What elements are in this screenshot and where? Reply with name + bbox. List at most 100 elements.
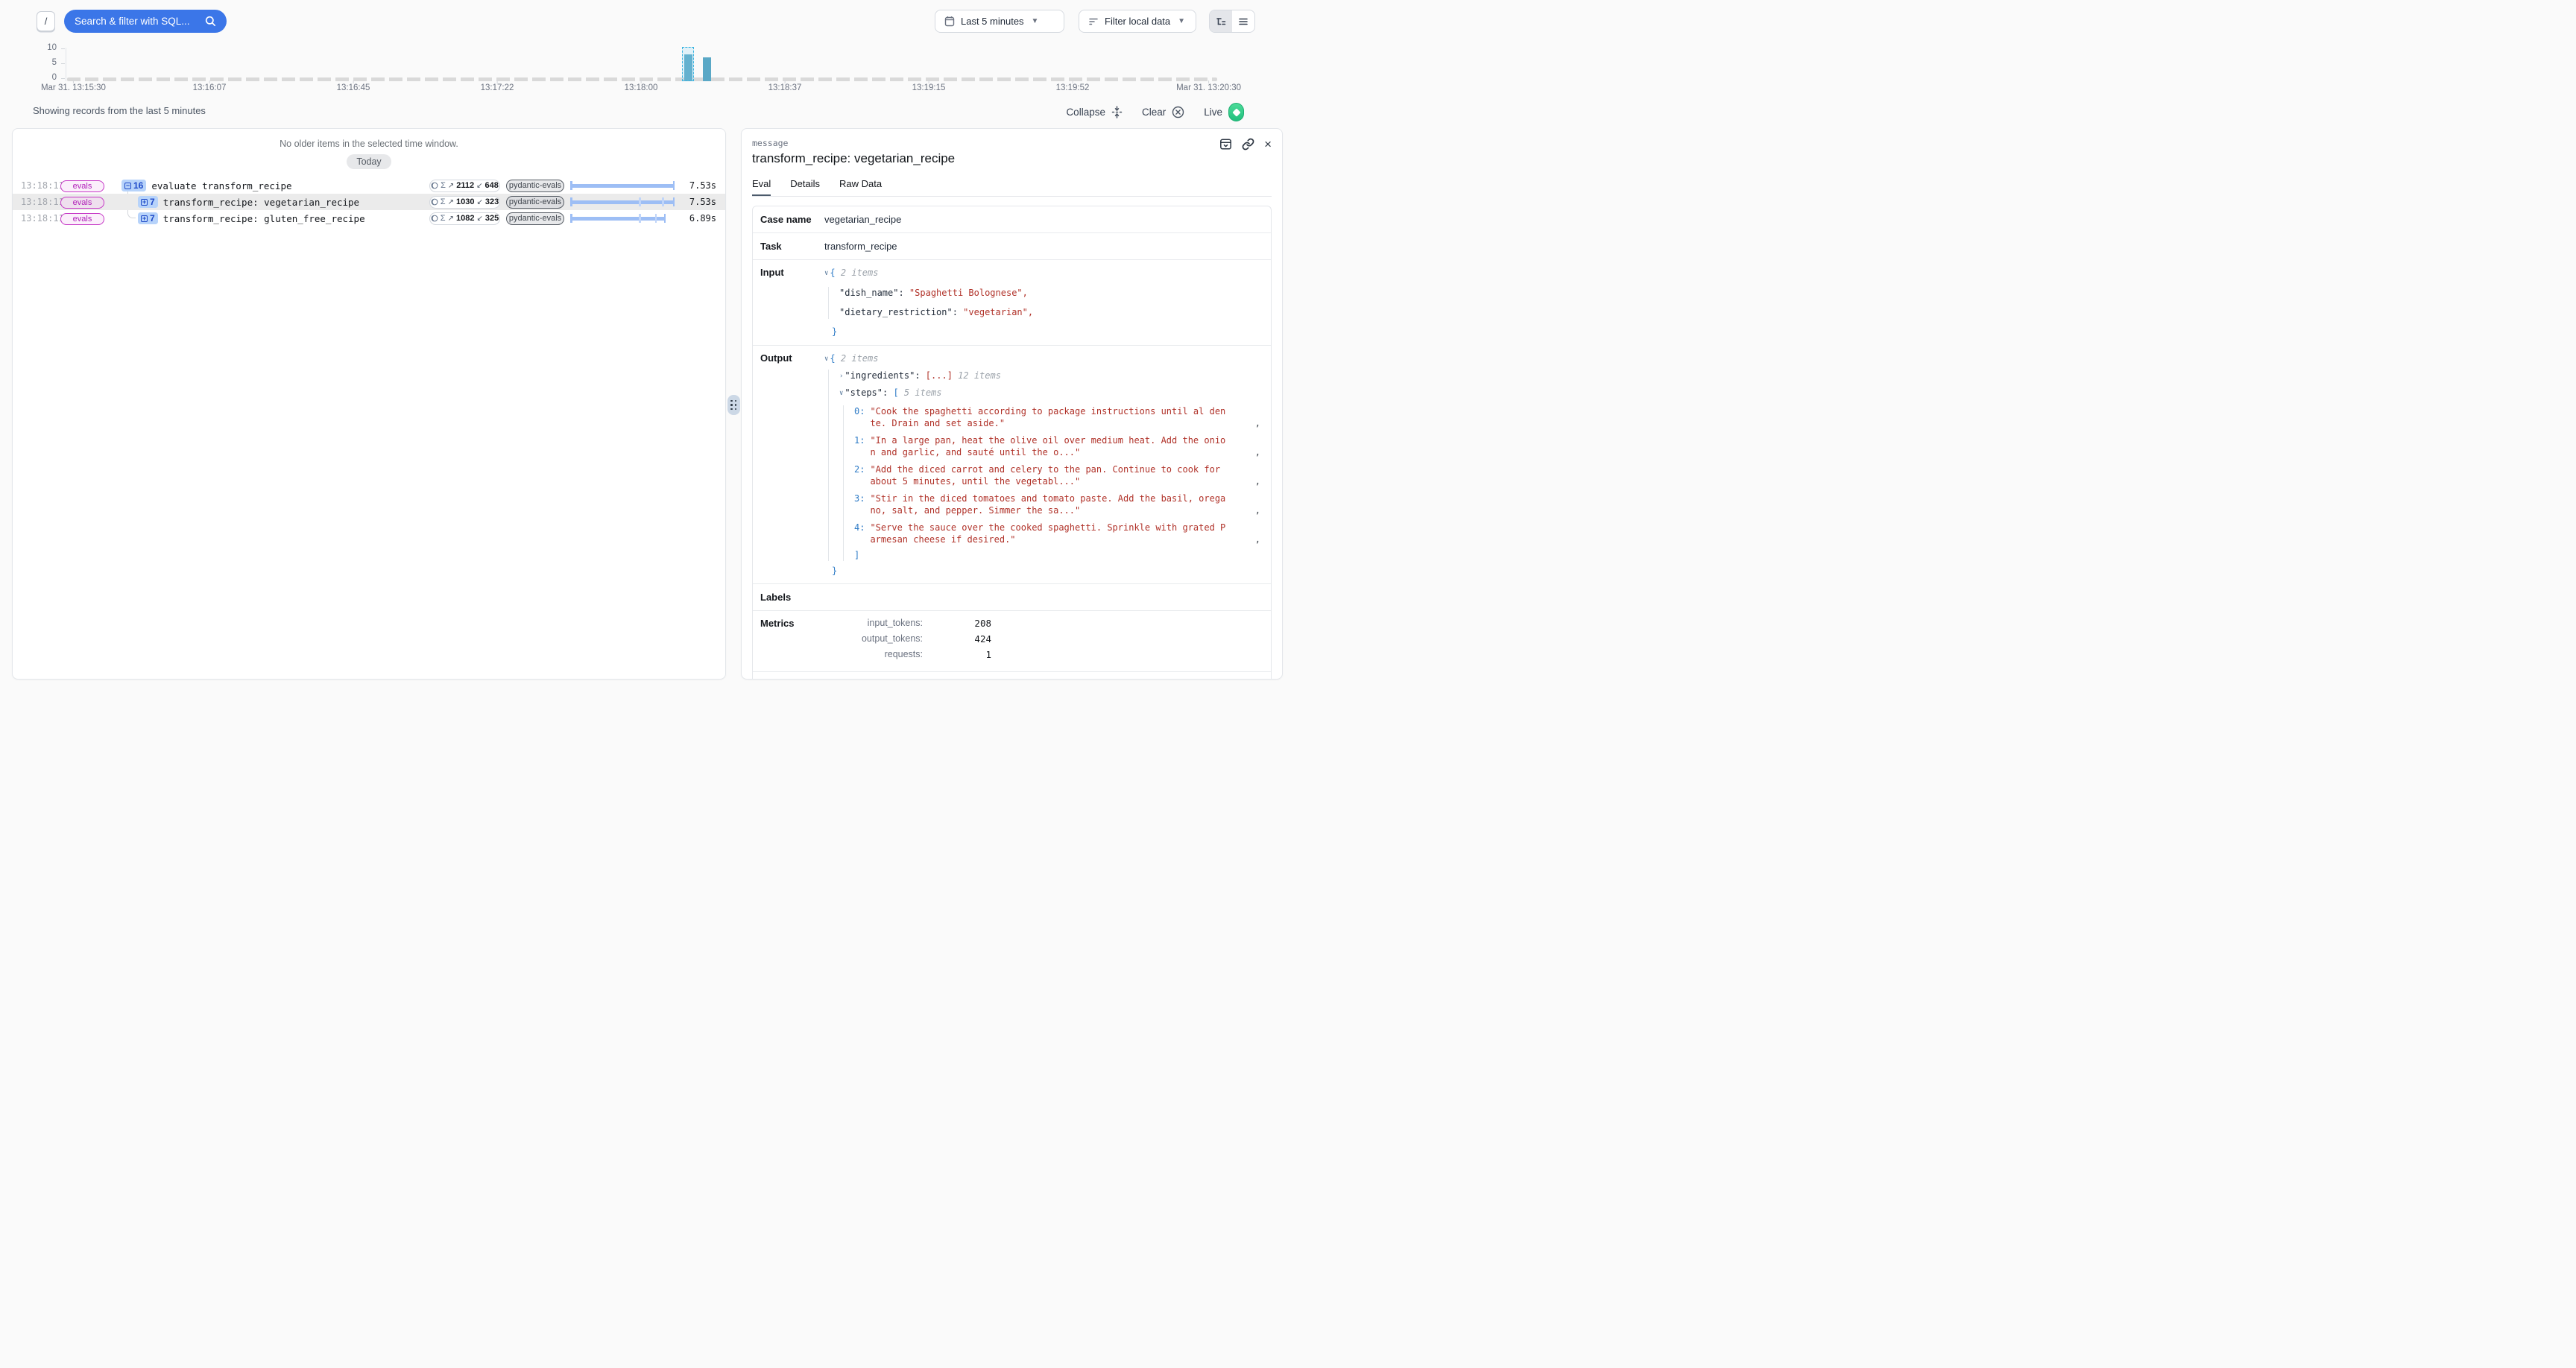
span-count: 16 [133,180,143,191]
detail-tabs: Eval Details Raw Data [752,178,1272,197]
json-key: "steps": [845,387,893,398]
output-tokens-arrow-icon: ↙ [476,198,482,206]
env-badge: evals [60,197,104,209]
span-name: transform_recipe: vegetarian_recipe [163,197,359,208]
x-axis-labels: Mar 31. 13:15:30 13:16:07 13:16:45 13:17… [0,83,1288,95]
trace-row[interactable]: 13:18:11 evals + 7 transform_recipe: glu… [13,210,725,227]
live-toggle[interactable]: Live [1204,103,1244,121]
empty-window-notice: No older items in the selected time wind… [13,139,725,149]
token-usage-pill: Σ ↗1030 ↙323 [429,196,500,209]
panel-resize-handle[interactable] [727,395,740,415]
slash-shortcut-key: / [37,11,55,31]
selected-bucket-brush [682,47,694,81]
span-count-pill[interactable]: + 7 [138,212,158,224]
sigma-icon: Σ [441,181,446,190]
list-view-button[interactable] [1232,10,1254,32]
token-usage-pill: Σ ↗1082 ↙325 [429,212,500,225]
search-input[interactable]: Search & filter with SQL... [64,10,227,33]
filter-local-data-dropdown[interactable]: Filter local data ▼ [1079,10,1196,33]
date-separator-chip: Today [347,154,391,169]
array-index: 2: [854,463,865,475]
showing-records-text: Showing records from the last 5 minutes [33,105,206,116]
json-array-item: 0:"Cook the spaghetti according to packa… [854,405,1263,429]
x-axis-tick: 13:16:45 [337,83,370,92]
items-count-meta: 12 items [958,370,1001,381]
copy-link-icon[interactable] [1242,138,1254,151]
trailing-comma: , [1255,417,1263,429]
tab-raw-data[interactable]: Raw Data [839,178,882,196]
x-axis-tick: 13:19:15 [912,83,946,92]
collapse-button[interactable]: Collapse [1066,106,1123,118]
step-text: "Add the diced carrot and celery to the … [870,463,1226,487]
tab-details[interactable]: Details [790,178,820,196]
case-name-label: Case name [760,214,824,225]
record-kind-label: message [752,138,1272,148]
records-histogram: 10 5 0 Mar 31. 13:15:30 13:16:07 13:16:4… [0,37,1288,101]
tree-view-button[interactable] [1210,10,1232,32]
json-value: "Spaghetti Bolognese", [909,288,1028,298]
input-tokens-arrow-icon: ↗ [448,182,454,190]
output-tokens-count: 325 [485,214,499,223]
collapsed-array[interactable]: [...] [926,370,953,381]
y-axis-tickmark [61,48,65,49]
status-row: Showing records from the last 5 minutes … [0,103,1288,121]
close-bracket: ] [854,550,859,560]
trace-list-panel: No older items in the selected time wind… [12,128,726,680]
chevron-down-icon: ▼ [1178,17,1185,25]
items-count-meta: 5 items [904,387,942,398]
chevron-down-icon: ▼ [1032,17,1039,25]
metric-row: input_tokens:208 [824,618,991,629]
baseline-dashes [67,77,1217,81]
service-tag: pydantic-evals [506,180,564,192]
span-count-pill[interactable]: + 7 [138,196,158,208]
top-bar: / Search & filter with SQL... Last 5 min… [0,0,1288,41]
token-usage-pill: Σ ↗2112 ↙648 [429,180,500,192]
expand-expander-icon[interactable]: + [141,199,148,206]
metric-row: output_tokens:424 [824,633,991,645]
trailing-comma: , [1255,504,1263,516]
step-text: "In a large pan, heat the olive oil over… [870,434,1226,458]
live-indicator-icon [1228,103,1244,121]
json-array-item: 1: "In a large pan, heat the olive oil ov… [854,434,1263,458]
input-label: Input [760,267,824,338]
chevron-down-icon[interactable]: ∨ [839,390,843,397]
live-label: Live [1204,107,1222,118]
input-json-viewer: ∨{ 2 items "dish_name": "Spaghetti Bolog… [824,267,1263,338]
clear-button[interactable]: Clear [1142,106,1184,118]
y-axis-tickmark [61,78,65,79]
tab-eval[interactable]: Eval [752,178,771,196]
view-mode-toggle [1209,10,1255,33]
duration-bar [570,177,675,194]
close-panel-icon[interactable]: × [1264,138,1272,151]
span-count: 7 [150,213,155,224]
clear-label: Clear [1142,107,1166,118]
json-key: "dietary_restriction": [839,307,963,317]
trace-row[interactable]: 13:18:11 evals − 16 evaluate transform_r… [13,177,725,194]
metric-value: 1 [923,649,991,660]
chevron-right-icon[interactable]: › [839,373,843,380]
y-axis-tick: 5 [27,58,57,67]
service-tag: pydantic-evals [506,212,564,225]
expand-expander-icon[interactable]: + [141,215,148,222]
duration-value: 7.53s [681,180,725,191]
metric-row: requests:1 [824,649,991,660]
service-tag: pydantic-evals [506,196,564,209]
chevron-down-icon[interactable]: ∨ [824,270,828,277]
array-index: 3: [854,493,865,504]
task-value: transform_recipe [824,241,897,252]
clear-circle-x-icon [1172,106,1184,118]
time-range-dropdown[interactable]: Last 5 minutes ▼ [935,10,1064,33]
env-badge: evals [60,213,104,225]
histogram-bar[interactable] [703,57,711,81]
output-tokens-count: 648 [485,181,499,190]
chevron-down-icon[interactable]: ∨ [824,355,828,363]
array-index: 1: [854,434,865,446]
coin-icon [431,198,438,206]
trace-row-selected[interactable]: 13:18:11 evals + 7 transform_recipe: veg… [13,194,725,210]
sigma-icon: Σ [441,197,446,206]
duration-value: 6.89s [681,213,725,224]
archive-panel-icon[interactable] [1219,138,1232,151]
collapse-expander-icon[interactable]: − [124,183,131,189]
array-index: 0: [854,405,865,417]
span-count-pill[interactable]: − 16 [121,180,146,191]
